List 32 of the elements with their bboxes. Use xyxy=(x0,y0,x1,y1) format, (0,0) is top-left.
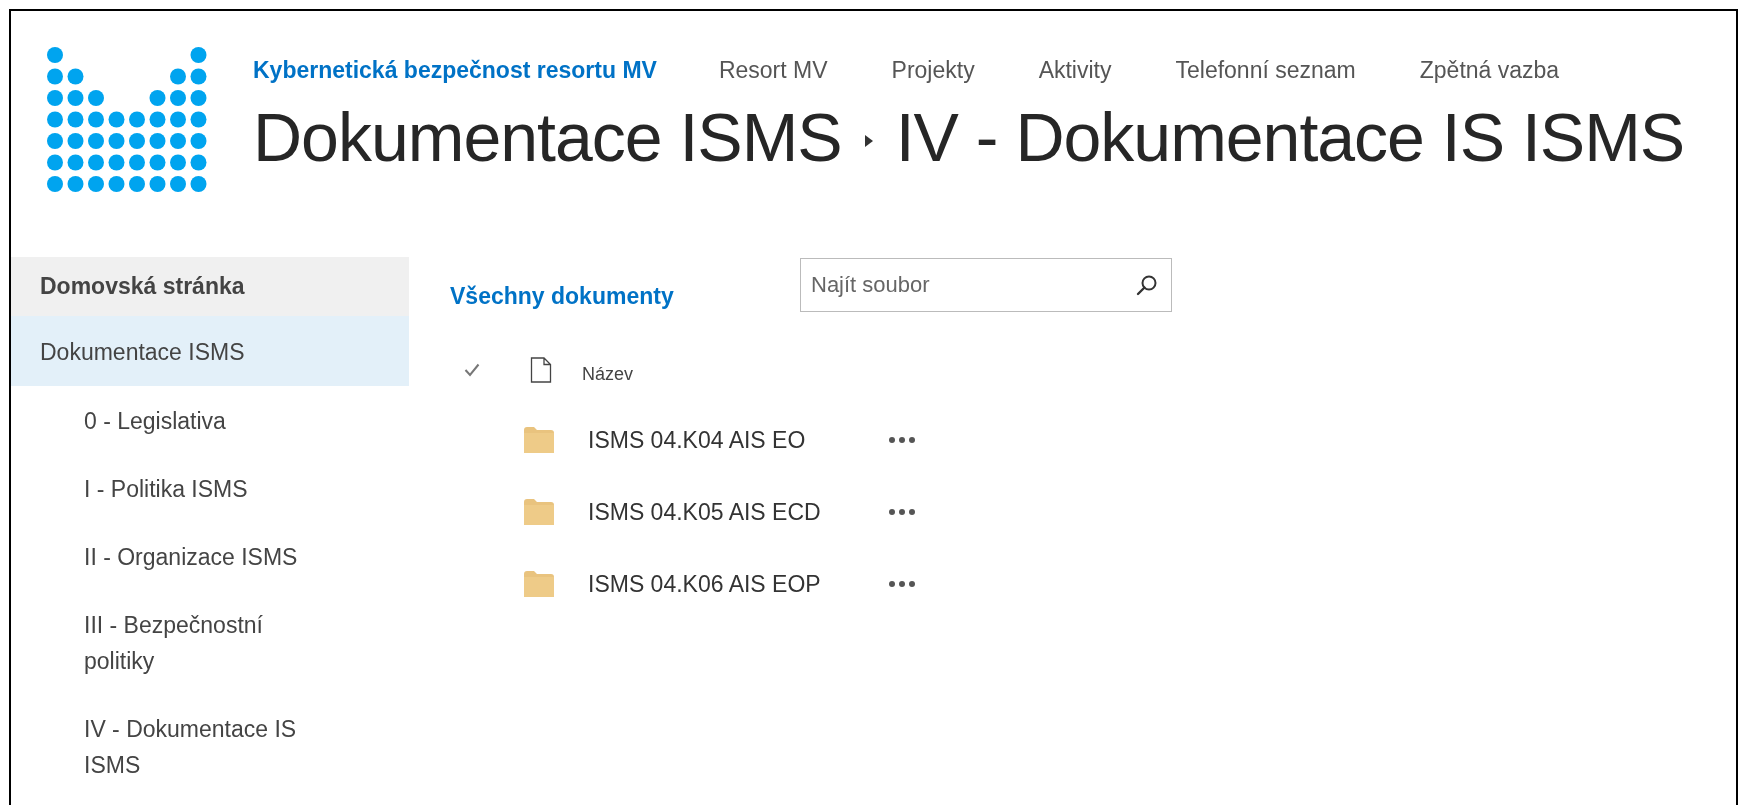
sidebar-item[interactable]: III - Bezpečnostní politiky xyxy=(11,590,409,694)
column-header[interactable]: Název xyxy=(582,363,634,385)
folder-icon xyxy=(524,427,554,453)
nav-link[interactable]: Aktivity xyxy=(1038,57,1112,84)
checkmark-icon xyxy=(464,363,480,377)
nav-link[interactable]: Resort MV xyxy=(718,57,828,84)
folder-name-link[interactable]: ISMS 04.K04 AIS EO xyxy=(588,426,888,454)
breadcrumb-link[interactable]: Dokumentace ISMS xyxy=(253,98,842,176)
site-title-link[interactable]: Kybernetická bezpečnost resortu MV xyxy=(253,57,657,84)
sidebar-item[interactable]: II - Organizace ISMS xyxy=(11,522,409,590)
sidebar-item[interactable]: Dokumentace ISMS xyxy=(11,316,409,386)
nav-link[interactable]: Telefonní seznam xyxy=(1175,57,1356,84)
folder-name-link[interactable]: ISMS 04.K05 AIS ECD xyxy=(588,498,888,526)
ellipsis-icon xyxy=(888,508,916,516)
caret-icon xyxy=(863,134,874,148)
folder-name-link[interactable]: ISMS 04.K06 AIS EOP xyxy=(588,570,888,598)
search-icon xyxy=(1136,274,1158,296)
logo-icon xyxy=(45,45,209,195)
search-field[interactable]: Najít soubor xyxy=(800,258,1172,312)
sidebar-item[interactable]: IV - Dokumentace IS ISMS xyxy=(11,694,409,798)
nav-link[interactable]: Zpětná vazba xyxy=(1419,57,1560,84)
ellipsis-icon xyxy=(888,436,916,444)
document-icon xyxy=(530,357,552,383)
sidebar-item[interactable]: Domovská stránka xyxy=(11,257,409,316)
folder-icon xyxy=(524,499,554,525)
sidebar-item[interactable]: I - Politika ISMS xyxy=(11,454,409,522)
nav-link[interactable]: Projekty xyxy=(891,57,975,84)
breadcrumb-link[interactable]: IV - Dokumentace IS ISMS xyxy=(895,98,1685,176)
ellipsis-icon xyxy=(888,580,916,588)
sidebar-item[interactable]: 0 - Legislativa xyxy=(11,386,409,454)
folder-icon xyxy=(524,571,554,597)
view-tab[interactable]: Všechny dokumenty xyxy=(450,282,800,310)
